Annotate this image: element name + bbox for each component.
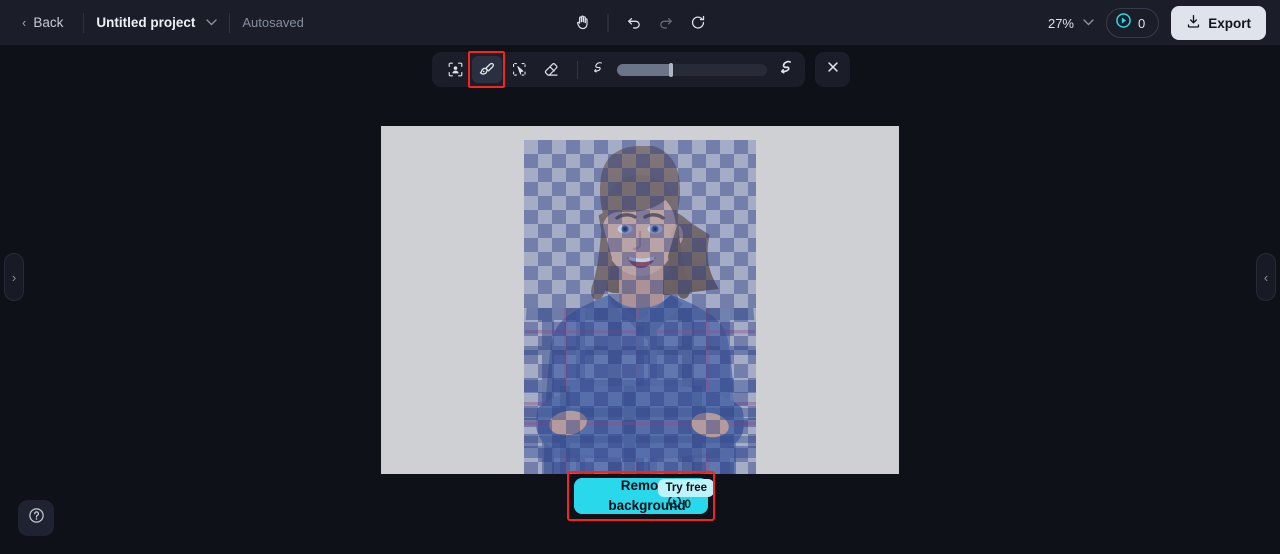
subject-image <box>524 140 756 474</box>
divider <box>229 12 231 33</box>
slider-thumb[interactable] <box>669 62 673 77</box>
top-bar-left-group: ‹ Back Untitled project Autosaved <box>0 10 304 35</box>
undo-button[interactable] <box>619 8 649 38</box>
remove-background-button[interactable]: Remove background 0 Try free <box>574 478 714 514</box>
image-canvas[interactable] <box>381 126 899 474</box>
autosave-status: Autosaved <box>242 15 304 30</box>
reset-button[interactable] <box>683 8 713 38</box>
export-button[interactable]: Export <box>1171 6 1266 40</box>
question-mark-icon <box>28 507 45 529</box>
selection-checkerboard-overlay <box>524 140 756 474</box>
image-editor-app: ‹ Back Untitled project Autosaved 27% 0 … <box>0 0 1280 554</box>
top-bar-right-group: 27% 0 Export <box>1048 0 1266 46</box>
brush-size-control <box>589 59 797 81</box>
top-bar: ‹ Back Untitled project Autosaved 27% 0 … <box>0 0 1280 46</box>
redo-button[interactable] <box>651 8 681 38</box>
chevron-down-icon[interactable] <box>206 17 218 29</box>
chevron-left-icon: ‹ <box>22 15 27 30</box>
credits-badge[interactable]: 0 <box>1106 8 1160 38</box>
project-name[interactable]: Untitled project <box>96 15 195 30</box>
brush-size-small-icon[interactable] <box>591 60 606 80</box>
back-button[interactable]: ‹ Back <box>14 10 71 35</box>
divider <box>607 13 609 32</box>
auto-subject-select-tool[interactable] <box>440 56 470 83</box>
magic-select-tool[interactable] <box>504 56 534 83</box>
remove-background-cost: 0 <box>668 495 691 513</box>
chevron-left-icon: ‹ <box>1263 269 1269 285</box>
credits-count: 0 <box>1138 15 1146 31</box>
chevron-down-icon <box>1083 17 1094 29</box>
remove-background-cta: Remove background 0 Try free <box>567 471 715 521</box>
brush-size-large-icon[interactable] <box>778 59 795 81</box>
zoom-control[interactable]: 27% <box>1048 16 1094 31</box>
remove-background-coin-count: 0 <box>684 497 691 511</box>
zoom-level-value: 27% <box>1047 15 1074 31</box>
close-icon <box>826 60 840 79</box>
divider <box>83 12 85 33</box>
brush-tool[interactable] <box>472 56 502 83</box>
export-button-label: Export <box>1208 15 1251 31</box>
back-button-label: Back <box>33 15 64 30</box>
download-icon <box>1186 14 1201 32</box>
divider <box>577 60 578 79</box>
chevron-right-icon: › <box>11 269 17 285</box>
hand-tool-button[interactable] <box>568 8 598 38</box>
top-bar-center-tools <box>568 8 713 38</box>
edit-toolbar <box>432 52 805 87</box>
brush-size-slider[interactable] <box>617 62 767 77</box>
close-edit-toolbar-button[interactable] <box>815 52 850 87</box>
credit-coin-icon <box>668 495 682 513</box>
slider-fill <box>617 63 671 76</box>
right-panel-toggle[interactable]: ‹ <box>1256 253 1276 301</box>
help-button[interactable] <box>18 500 54 536</box>
left-panel-toggle[interactable]: › <box>4 253 24 301</box>
eraser-tool[interactable] <box>536 56 566 83</box>
credit-coin-icon <box>1116 13 1131 33</box>
try-free-badge[interactable]: Try free <box>658 479 714 497</box>
